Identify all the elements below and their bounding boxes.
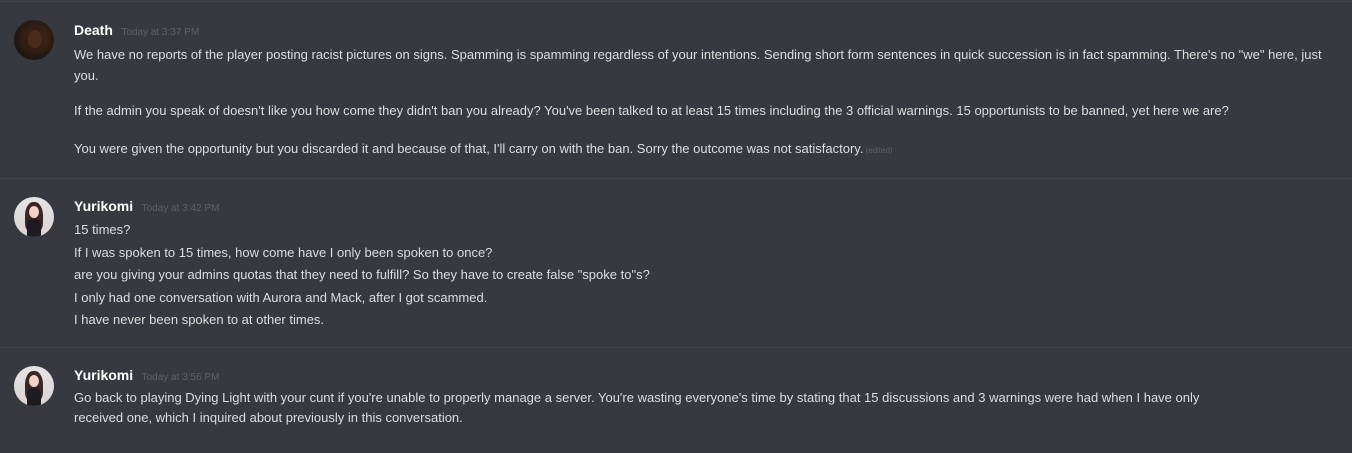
message-line: 15 times? xyxy=(74,222,131,237)
message-line: If I was spoken to 15 times, how come ha… xyxy=(74,244,493,260)
message-paragraph: We have no reports of the player posting… xyxy=(74,47,1322,83)
message-content: We have no reports of the player posting… xyxy=(74,44,1336,161)
message-line: are you giving your admins quotas that t… xyxy=(74,267,650,282)
message-header: Death Today at 3:37 PM xyxy=(74,22,199,40)
message-line: received one, which I inquired about pre… xyxy=(74,410,463,425)
message-line: Go back to playing Dying Light with your… xyxy=(74,390,1200,405)
avatar[interactable] xyxy=(14,366,54,406)
username[interactable]: Yurikomi xyxy=(74,198,133,214)
message-content: Go back to playing Dying Light with your… xyxy=(74,388,1336,428)
username[interactable]: Death xyxy=(74,22,113,38)
timestamp[interactable]: Today at 3:56 PM xyxy=(142,372,220,383)
timestamp[interactable]: Today at 3:42 PM xyxy=(142,203,220,214)
username[interactable]: Yurikomi xyxy=(74,367,133,383)
avatar-body xyxy=(27,219,41,237)
message-line: I only had one conversation with Aurora … xyxy=(74,289,488,305)
message-paragraph-text: You were given the opportunity but you d… xyxy=(74,141,864,156)
avatar-face xyxy=(29,206,39,218)
message-paragraph: You were given the opportunity but you d… xyxy=(74,138,1336,161)
avatar[interactable] xyxy=(14,197,54,237)
message-group: Death Today at 3:37 PM We have no report… xyxy=(0,0,1352,178)
message-header: Yurikomi Today at 3:56 PM xyxy=(74,367,219,385)
avatar-body xyxy=(27,388,41,406)
message-line: I have never been spoken to at other tim… xyxy=(74,312,325,327)
edited-label: (edited) xyxy=(865,146,893,155)
message-group: Yurikomi Today at 3:56 PM Go back to pla… xyxy=(0,348,1352,453)
avatar-face xyxy=(29,375,39,387)
message-header: Yurikomi Today at 3:42 PM xyxy=(74,198,219,216)
message-content: 15 times? If I was spoken to 15 times, h… xyxy=(74,219,1336,332)
message-group: Yurikomi Today at 3:42 PM 15 times? If I… xyxy=(0,179,1352,347)
message-paragraph: If the admin you speak of doesn't like y… xyxy=(74,103,1229,118)
timestamp[interactable]: Today at 3:37 PM xyxy=(121,27,199,38)
avatar[interactable] xyxy=(14,20,54,60)
